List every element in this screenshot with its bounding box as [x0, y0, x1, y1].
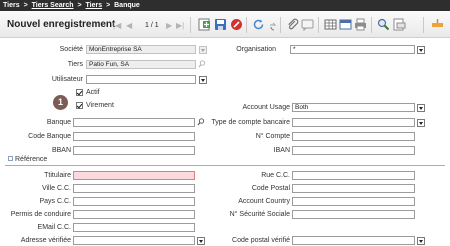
- code-postal-verifie-dropdown-icon[interactable]: [417, 237, 425, 245]
- societe-label: Société: [59, 46, 83, 53]
- settings-icon[interactable]: [430, 17, 444, 31]
- refresh-icon[interactable]: [251, 17, 265, 31]
- societe-dropdown-icon[interactable]: [199, 46, 207, 54]
- securite-sociale-label: N° Sécurité Sociale: [229, 211, 290, 218]
- print-icon[interactable]: [353, 17, 367, 31]
- actif-checkbox[interactable]: [76, 89, 83, 96]
- permis-field[interactable]: [73, 210, 195, 219]
- breadcrumb: Tiers > Tiers Search > Tiers > Banque: [0, 0, 450, 11]
- pays-label: Pays C.C.: [39, 198, 71, 205]
- breadcrumb-link-tiers[interactable]: Tiers: [86, 2, 103, 9]
- code-postal-verifie-label: Code postal vérifié: [232, 237, 290, 244]
- pays-field[interactable]: [73, 197, 195, 206]
- callout-badge: 1: [53, 95, 68, 110]
- account-usage-dropdown-icon[interactable]: [417, 104, 425, 112]
- societe-field[interactable]: MonEntreprise SA: [86, 45, 196, 54]
- banque-search-icon[interactable]: [197, 118, 205, 126]
- no-compte-field[interactable]: [292, 132, 415, 141]
- securite-sociale-field[interactable]: [292, 210, 415, 219]
- adresse-verifiee-field[interactable]: [73, 236, 195, 245]
- virement-label: Virement: [86, 102, 114, 109]
- breadcrumb-current: Banque: [114, 2, 140, 9]
- bban-label: BBAN: [51, 147, 71, 154]
- permis-label: Permis de conduire: [10, 211, 71, 218]
- section-divider: [5, 165, 445, 166]
- type-compte-label: Type de compte bancaire: [211, 119, 290, 126]
- titulaire-label: Ttitulaire: [44, 172, 71, 179]
- adresse-verifiee-dropdown-icon[interactable]: [197, 237, 205, 245]
- code-banque-field[interactable]: [73, 132, 195, 141]
- code-postal-field[interactable]: [292, 184, 415, 193]
- no-compte-label: N° Compte: [255, 133, 290, 140]
- export-icon[interactable]: [392, 17, 406, 31]
- table-icon[interactable]: [338, 17, 352, 31]
- type-compte-field[interactable]: [292, 118, 415, 127]
- account-usage-field[interactable]: Both: [292, 103, 415, 112]
- save-icon[interactable]: [213, 17, 227, 31]
- tiers-field[interactable]: Patio Fun, SA: [86, 60, 196, 69]
- note-icon[interactable]: [300, 17, 314, 31]
- page-title: Nouvel enregistrement: [7, 19, 116, 30]
- account-usage-label: Account Usage: [242, 104, 290, 111]
- rue-field[interactable]: [292, 171, 415, 180]
- undo-icon[interactable]: [266, 17, 280, 31]
- ville-field[interactable]: [73, 184, 195, 193]
- first-icon[interactable]: |◀: [113, 21, 121, 30]
- account-country-label: Account Country: [238, 198, 290, 205]
- next-icon[interactable]: ▶: [166, 21, 172, 30]
- banque-label: Banque: [46, 119, 71, 126]
- iban-label: IBAN: [273, 147, 290, 154]
- account-country-field[interactable]: [292, 197, 415, 206]
- organisation-dropdown-icon[interactable]: [417, 46, 425, 54]
- titulaire-field[interactable]: [73, 171, 195, 180]
- virement-checkbox[interactable]: [76, 102, 83, 109]
- type-compte-dropdown-icon[interactable]: [417, 119, 425, 127]
- new-record-icon[interactable]: [197, 17, 211, 31]
- code-banque-label: Code Banque: [28, 133, 71, 140]
- email-field[interactable]: [73, 223, 195, 232]
- tiers-label: Tiers: [67, 61, 83, 68]
- rue-label: Rue C.C.: [261, 172, 290, 179]
- breadcrumb-link-tiers-search[interactable]: Tiers Search: [32, 2, 74, 9]
- utilisateur-dropdown-icon[interactable]: [199, 76, 207, 84]
- code-postal-verifie-field[interactable]: [292, 236, 415, 245]
- find-icon[interactable]: [376, 17, 390, 31]
- breadcrumb-root: Tiers: [3, 2, 20, 9]
- grid-icon[interactable]: [323, 17, 337, 31]
- banque-field[interactable]: [73, 118, 195, 127]
- actif-label: Actif: [86, 89, 100, 96]
- attach-icon[interactable]: [285, 17, 299, 31]
- tiers-search-icon[interactable]: [198, 60, 206, 68]
- utilisateur-field[interactable]: [86, 75, 196, 84]
- organisation-field[interactable]: *: [290, 45, 415, 54]
- collapse-toggle-icon[interactable]: [8, 156, 13, 161]
- last-icon[interactable]: ▶|: [176, 21, 184, 30]
- adresse-verifiee-label: Adresse vérifiée: [20, 237, 71, 244]
- ville-label: Ville C.C.: [41, 185, 71, 192]
- iban-field[interactable]: [292, 146, 415, 155]
- delete-icon[interactable]: [229, 17, 243, 31]
- bban-field[interactable]: [73, 146, 195, 155]
- code-postal-label: Code Postal: [251, 185, 290, 192]
- record-pager: 1 / 1: [145, 22, 159, 29]
- utilisateur-label: Utilisateur: [51, 76, 83, 83]
- email-label: EMail C.C.: [37, 224, 71, 231]
- previous-icon[interactable]: ◀: [126, 21, 132, 30]
- toolbar: Nouvel enregistrement |◀ ◀ 1 / 1 ▶ ▶|: [0, 11, 450, 38]
- organisation-label: Organisation: [236, 46, 276, 53]
- reference-section-title: Référence: [15, 156, 48, 163]
- reference-section-header[interactable]: Référence: [8, 156, 47, 163]
